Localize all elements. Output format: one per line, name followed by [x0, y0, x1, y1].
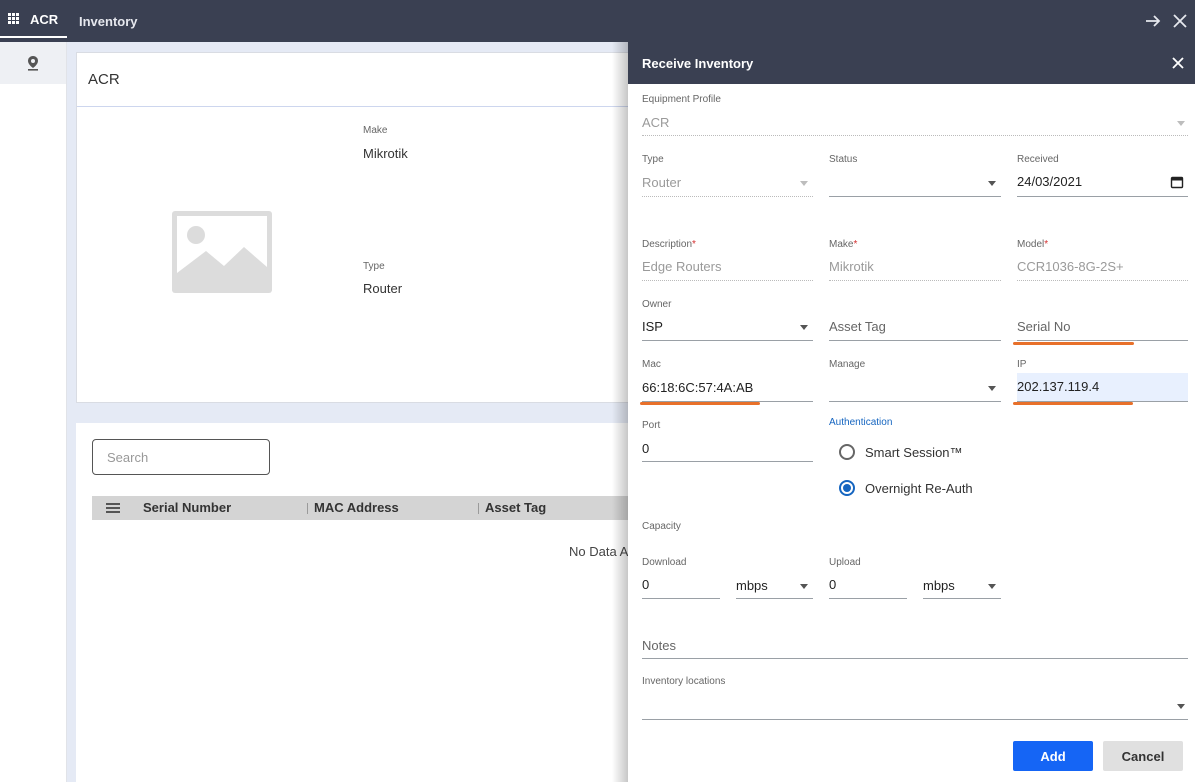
search-input[interactable]: Search — [92, 439, 270, 475]
manage-select[interactable]: Manage — [829, 359, 1001, 403]
chevron-down-icon — [988, 584, 996, 589]
profile-card: ACR Make Mikrotik Type Router — [76, 52, 676, 403]
download-input[interactable]: Download 0 — [642, 557, 720, 599]
radio-smart-session-label[interactable]: Smart Session™ — [865, 445, 963, 460]
column-asset-tag[interactable]: Asset Tag — [485, 500, 546, 515]
tab-acr-label: ACR — [30, 11, 59, 27]
radio-overnight-reauth[interactable] — [839, 480, 855, 496]
receive-inventory-drawer: Receive Inventory Equipment Profile ACR … — [628, 42, 1195, 782]
chevron-down-icon — [1177, 704, 1185, 709]
inventory-locations-select[interactable]: Inventory locations — [642, 676, 1188, 720]
type-select[interactable]: Type Router — [642, 154, 813, 198]
radio-smart-session[interactable] — [839, 444, 855, 460]
top-bar: ACR Inventory — [0, 0, 1195, 42]
table-header: Serial Number MAC Address Asset Tag — [92, 496, 676, 520]
mac-input[interactable]: Mac 66:18:6C:57:4A:AB — [642, 359, 813, 403]
description-field[interactable]: Description* Edge Routers — [642, 239, 813, 282]
mac-highlight-mark — [640, 402, 760, 405]
grid-icon — [8, 13, 21, 25]
rail-item-location[interactable] — [0, 42, 66, 84]
make-field[interactable]: Make* Mikrotik — [829, 239, 1001, 282]
cancel-button[interactable]: Cancel — [1103, 741, 1183, 771]
chevron-down-icon — [800, 181, 808, 186]
port-input[interactable]: Port 0 — [642, 420, 813, 463]
location-pin-icon — [28, 56, 38, 71]
tab-inventory[interactable]: Inventory — [79, 0, 138, 42]
make-value: Mikrotik — [363, 146, 408, 161]
drawer-title: Receive Inventory — [642, 55, 754, 71]
image-placeholder-icon — [172, 211, 272, 293]
upload-unit-select[interactable]: mbps — [923, 557, 1001, 599]
left-rail — [0, 42, 67, 782]
chevron-down-icon — [800, 584, 808, 589]
close-icon[interactable] — [1170, 11, 1190, 31]
asset-tag-input[interactable]: Asset Tag — [829, 299, 1001, 342]
tab-acr[interactable]: ACR — [0, 0, 67, 38]
close-icon[interactable] — [1169, 54, 1187, 72]
chevron-down-icon — [1177, 121, 1185, 126]
add-button[interactable]: Add — [1013, 741, 1093, 771]
drawer-shadow — [612, 42, 628, 782]
download-unit-select[interactable]: mbps — [736, 557, 813, 599]
profile-title: ACR — [77, 53, 675, 107]
menu-icon[interactable] — [106, 503, 120, 513]
serial-highlight-mark — [1013, 342, 1134, 345]
authentication-label: Authentication — [829, 417, 893, 428]
drawer-header: Receive Inventory — [628, 42, 1195, 84]
serial-no-input[interactable]: Serial No — [1017, 299, 1188, 342]
column-serial-number[interactable]: Serial Number — [143, 500, 231, 515]
notes-input[interactable]: Notes — [642, 636, 1188, 659]
capacity-label: Capacity — [642, 521, 681, 532]
inventory-card: Search Serial Number MAC Address Asset T… — [76, 423, 676, 782]
status-select[interactable]: Status — [829, 154, 1001, 198]
received-date-input[interactable]: Received 24/03/2021 — [1017, 154, 1188, 198]
owner-select[interactable]: Owner ISP — [642, 299, 813, 342]
arrow-right-icon[interactable] — [1143, 11, 1163, 31]
make-label: Make — [363, 125, 388, 136]
equipment-profile-select[interactable]: Equipment Profile ACR — [642, 94, 1188, 136]
upload-input[interactable]: Upload 0 — [829, 557, 907, 599]
ip-highlight-mark — [1013, 402, 1133, 405]
radio-overnight-reauth-label[interactable]: Overnight Re-Auth — [865, 481, 973, 496]
column-mac-address[interactable]: MAC Address — [314, 500, 399, 515]
chevron-down-icon — [988, 181, 996, 186]
chevron-down-icon — [800, 325, 808, 330]
ip-input[interactable]: IP 202.137.119.4 — [1017, 359, 1188, 403]
type-value: Router — [363, 281, 403, 296]
chevron-down-icon — [988, 386, 996, 391]
model-field[interactable]: Model* CCR1036-8G-2S+ — [1017, 239, 1188, 282]
calendar-icon[interactable] — [1170, 175, 1184, 189]
type-label: Type — [363, 261, 385, 272]
